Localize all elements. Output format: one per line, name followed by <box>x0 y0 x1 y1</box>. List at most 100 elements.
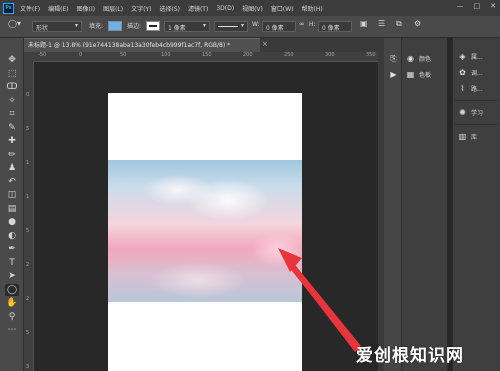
history-brush-tool-icon[interactable]: ↶ <box>5 176 19 188</box>
paths-panel-tab[interactable]: ⌇ 路... <box>458 84 483 93</box>
swatches-panel-tab[interactable]: ▦ 色板 <box>406 70 431 79</box>
fill-label: 填充: <box>89 23 104 30</box>
stroke-width-value: 1 像素 <box>168 25 186 32</box>
menu-window[interactable]: 窗口(W) <box>271 4 294 13</box>
eyedropper-tool-icon[interactable]: ✎ <box>5 122 19 134</box>
eraser-tool-icon[interactable]: ◫ <box>5 189 19 201</box>
menu-filter[interactable]: 滤镜(T) <box>188 4 208 13</box>
menu-type[interactable]: 文字(Y) <box>131 4 151 13</box>
chevron-down-icon: ▾ <box>75 22 79 29</box>
ruler-tick-label: 5 <box>26 228 30 234</box>
history-panel-icon[interactable]: ⎘ <box>389 54 398 63</box>
ruler-tick-label: 2 <box>26 262 30 268</box>
ellipse-tool-icon[interactable]: ◯ <box>5 283 19 296</box>
adjustments-panel-tab[interactable]: ✿ 调... <box>458 68 483 77</box>
stroke-color-swatch[interactable] <box>146 21 160 31</box>
marquee-tool-icon[interactable]: ⬚ <box>5 68 19 80</box>
swatches-panel-label: 色板 <box>419 72 432 79</box>
ruler-tick-label: 0 <box>26 92 30 98</box>
gradient-tool-icon[interactable]: ▤ <box>5 203 19 215</box>
ruler-tick-label: 300 <box>325 52 335 58</box>
color-panel-tab[interactable]: ◉ 颜色 <box>406 54 431 63</box>
lasso-tool-icon[interactable]: ↀ <box>5 81 19 93</box>
tab-close-icon[interactable]: × <box>262 40 268 48</box>
vertical-ruler[interactable]: 0 5 1 1 5 2 2 5 3 <box>24 62 34 371</box>
width-value: 0 像素 <box>266 25 284 32</box>
panel-divider <box>455 124 499 125</box>
menu-view[interactable]: 视图(V) <box>242 4 263 13</box>
panel-dock-icons: ⎘ ▶ <box>384 38 402 371</box>
more-tools-icon[interactable]: ⋯ <box>5 324 19 336</box>
ruler-tick-label: 2 <box>26 296 30 302</box>
stroke-width-field[interactable]: 1 像素 ▾ <box>164 21 210 32</box>
window-controls: — □ ✕ <box>457 2 497 10</box>
document-tab[interactable]: 未标题-1 @ 13.8% (91e744138aba13a30feb4cb99… <box>24 38 260 52</box>
stroke-label: 描边: <box>127 23 142 30</box>
blur-tool-icon[interactable]: ● <box>5 216 19 228</box>
ruler-tick-label: 1 <box>26 160 30 166</box>
play-icon[interactable]: ▶ <box>389 70 398 79</box>
layers-icon: ◈ <box>459 52 466 61</box>
chevron-down-icon: ▾ <box>203 22 207 29</box>
close-icon[interactable]: ✕ <box>490 2 496 10</box>
move-tool-icon[interactable]: ✥ <box>5 54 19 66</box>
menu-select[interactable]: 选择(S) <box>159 4 180 13</box>
menu-layer[interactable]: 图层(L) <box>103 4 123 13</box>
libraries-panel-tab[interactable]: ▥ 库 <box>458 132 477 141</box>
brush-tool-icon[interactable]: ✏ <box>5 149 19 161</box>
fill-color-swatch[interactable] <box>108 21 122 31</box>
panel-dock-properties: ◈ 属... ✿ 调... ⌇ 路... ✺ 学习 ▥ 库 <box>452 38 500 371</box>
panel-dock-color: ◉ 颜色 ▦ 色板 <box>402 38 448 371</box>
adjustments-panel-label: 调... <box>471 70 483 77</box>
stroke-type-select[interactable]: ▾ <box>214 21 248 32</box>
properties-panel-label: 属... <box>471 54 483 61</box>
link-icon[interactable]: ∞ <box>299 20 305 28</box>
ruler-tick-label: 5 <box>26 330 30 336</box>
zoom-tool-icon[interactable]: ⚲ <box>5 311 19 323</box>
color-wheel-icon: ◉ <box>407 54 414 63</box>
path-operations-icon[interactable]: ▣ <box>360 19 368 28</box>
dodge-tool-icon[interactable]: ◐ <box>5 230 19 242</box>
adjustments-icon: ✿ <box>459 68 466 77</box>
options-bar: ◯▾ 形状 ▾ 填充: 描边: 1 像素 ▾ ▾ W: 0 像素 ∞ H: 0 … <box>0 16 500 38</box>
menu-file[interactable]: 文件(F) <box>20 4 40 13</box>
pen-tool-icon[interactable]: ✒ <box>5 243 19 255</box>
width-input[interactable]: 0 像素 <box>262 21 296 32</box>
ruler-tick-label: 50 <box>120 52 127 58</box>
ruler-tick-label: -50 <box>38 52 47 58</box>
photoshop-logo-icon: Ps <box>3 2 14 14</box>
hand-tool-icon[interactable]: ✋ <box>5 297 19 309</box>
learn-panel-tab[interactable]: ✺ 学习 <box>458 108 483 117</box>
red-arrow-annotation <box>278 248 361 352</box>
watermark-text: 爱创根知识网 <box>356 346 464 366</box>
clone-stamp-tool-icon[interactable]: ♟ <box>5 162 19 174</box>
ellipse-tool-preset-icon[interactable]: ◯▾ <box>8 19 21 28</box>
horizontal-ruler[interactable]: -50 0 50 100 150 200 250 300 350 <box>34 52 378 62</box>
menu-3d[interactable]: 3D(D) <box>216 5 234 12</box>
color-panel-label: 颜色 <box>419 56 432 63</box>
height-value: 0 像素 <box>322 25 340 32</box>
menu-edit[interactable]: 编辑(E) <box>48 4 68 13</box>
paths-icon: ⌇ <box>460 84 465 93</box>
properties-panel-tab[interactable]: ◈ 属... <box>458 52 483 61</box>
height-input[interactable]: 0 像素 <box>318 21 352 32</box>
path-alignment-icon[interactable]: ☰ <box>378 19 385 28</box>
shape-mode-select[interactable]: 形状 ▾ <box>32 21 82 32</box>
crop-tool-icon[interactable]: ⌗ <box>5 108 19 120</box>
w-label: W: <box>252 21 260 28</box>
canvas-area[interactable] <box>34 62 378 371</box>
menu-image[interactable]: 图像(I) <box>77 4 95 13</box>
type-tool-icon[interactable]: T <box>5 257 19 269</box>
learn-panel-label: 学习 <box>471 110 484 117</box>
menu-help[interactable]: 帮助(H) <box>302 4 323 13</box>
magic-wand-tool-icon[interactable]: ✧ <box>5 95 19 107</box>
path-selection-tool-icon[interactable]: ➤ <box>5 270 19 282</box>
maximize-icon[interactable]: □ <box>474 2 481 10</box>
path-arrangement-icon[interactable]: ⧉ <box>396 19 402 29</box>
gear-icon[interactable]: ⚙ <box>414 19 421 28</box>
minimize-icon[interactable]: — <box>457 2 464 10</box>
ruler-tick-label: 100 <box>161 52 171 58</box>
healing-brush-tool-icon[interactable]: ✚ <box>5 135 19 147</box>
ruler-tick-label: 350 <box>366 52 376 58</box>
ruler-tick-label: 200 <box>243 52 253 58</box>
